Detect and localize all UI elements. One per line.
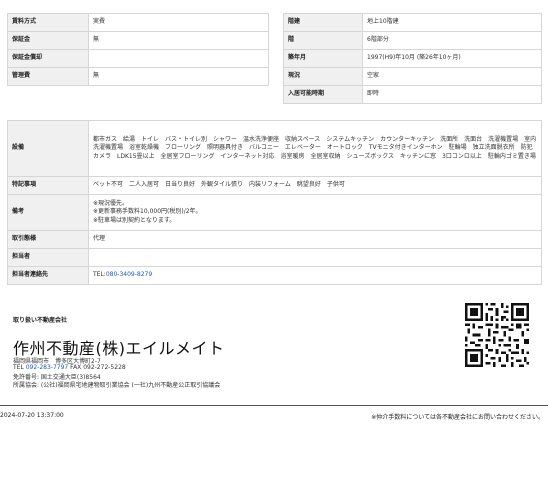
row-value: 6階部分 — [362, 31, 542, 50]
company-tel-link[interactable]: 092-283-7797 — [26, 364, 69, 371]
building-info-table: 階建 地上10階建 階 6階部分 築年月 1997(H9)年10月 (築26年1… — [283, 13, 542, 104]
row-label: 現況 — [283, 67, 363, 86]
table-row: 管理費 無 — [7, 67, 269, 86]
property-terms-table: 賃料方式 実費 保証金 無 保証金償却 管理費 無 — [7, 13, 269, 86]
contact-value: TEL:080-3409-8279 — [88, 266, 542, 285]
remarks-label: 備考 — [7, 194, 89, 231]
transaction-value: 代理 — [88, 230, 542, 249]
remarks-value: ※現況優先。 ※更新事務手数料10,000円(税別)/2年。 ※駐車場は別契約と… — [88, 194, 542, 231]
contact-prefix: TEL: — [93, 271, 106, 279]
row-value: 実費 — [88, 13, 269, 32]
row-label: 賃料方式 — [7, 13, 89, 32]
row-label: 保証金償却 — [7, 49, 89, 68]
table-row: 保証金 無 — [7, 31, 269, 50]
row-label: 保証金 — [7, 31, 89, 50]
table-row: 現況 空家 — [283, 67, 542, 86]
equipment-value: 都市ガス 給湯 トイレ バス・トイレ別 シャワー 温水洗浄便座 収納スペース シ… — [88, 120, 542, 177]
row-value: 無 — [88, 67, 269, 86]
contact-label: 担当者連絡先 — [7, 266, 89, 285]
transaction-label: 取引態様 — [7, 230, 89, 249]
company-fax: FAX 092-272-5228 — [70, 364, 126, 371]
remarks-line: ※駐車場は別契約となります。 — [93, 216, 176, 224]
table-row: 賃料方式 実費 — [7, 13, 269, 32]
row-label: 築年月 — [283, 49, 363, 68]
features-label: 特記事項 — [7, 176, 89, 195]
company-section-label: 取り扱い不動産会社 — [13, 317, 68, 324]
row-value: 地上10階建 — [362, 13, 542, 32]
row-value: 即時 — [362, 85, 542, 104]
contact-phone-link[interactable]: 080-3409-8279 — [106, 271, 152, 278]
row-value: 1997(H9)年10月 (築26年10ヶ月) — [362, 49, 542, 68]
footer-datetime: 2024-07-20 13:37:00 — [0, 412, 64, 419]
footer-divider — [0, 405, 548, 406]
table-row: 階建 地上10階建 — [283, 13, 542, 32]
property-details-table: 設備 都市ガス 給湯 トイレ バス・トイレ別 シャワー 温水洗浄便座 収納スペー… — [7, 120, 542, 285]
company-phone-line: TEL 092-283-7797 FAX 092-272-5228 — [13, 364, 126, 371]
row-label: 入居可能時期 — [283, 85, 363, 104]
table-row: 備考 ※現況優先。 ※更新事務手数料10,000円(税別)/2年。 ※駐車場は別… — [7, 194, 542, 231]
person-value — [88, 248, 542, 267]
features-value: ペット不可 二人入居可 日当り良好 外観タイル張り 内装リフォーム 眺望良好 子… — [88, 176, 542, 195]
row-value: 空家 — [362, 67, 542, 86]
qr-code-icon — [465, 303, 529, 367]
table-row: 階 6階部分 — [283, 31, 542, 50]
row-label: 階建 — [283, 13, 363, 32]
equipment-label: 設備 — [7, 120, 89, 177]
table-row: 保証金償却 — [7, 49, 269, 68]
table-row: 担当者 — [7, 248, 542, 267]
row-value: 無 — [88, 31, 269, 50]
table-row: 特記事項 ペット不可 二人入居可 日当り良好 外観タイル張り 内装リフォーム 眺… — [7, 176, 542, 195]
table-row: 築年月 1997(H9)年10月 (築26年10ヶ月) — [283, 49, 542, 68]
table-row: 取引態様 代理 — [7, 230, 542, 249]
row-label: 管理費 — [7, 67, 89, 86]
person-label: 担当者 — [7, 248, 89, 267]
footer-note: ※仲介手数料については各不動産会社にお問い合わせください。 — [371, 414, 544, 421]
remarks-line: ※更新事務手数料10,000円(税別)/2年。 — [93, 208, 202, 216]
table-row: 入居可能時期 即時 — [283, 85, 542, 104]
table-row: 設備 都市ガス 給湯 トイレ バス・トイレ別 シャワー 温水洗浄便座 収納スペー… — [7, 120, 542, 177]
row-value — [88, 49, 269, 68]
table-row: 担当者連絡先 TEL:080-3409-8279 — [7, 266, 542, 285]
tel-label: TEL — [13, 364, 24, 371]
company-association: 所属協会: (公社)福岡県宅地建物取引業協会 (一社)九州不動産公正取引協議会 — [13, 382, 221, 389]
row-label: 階 — [283, 31, 363, 50]
